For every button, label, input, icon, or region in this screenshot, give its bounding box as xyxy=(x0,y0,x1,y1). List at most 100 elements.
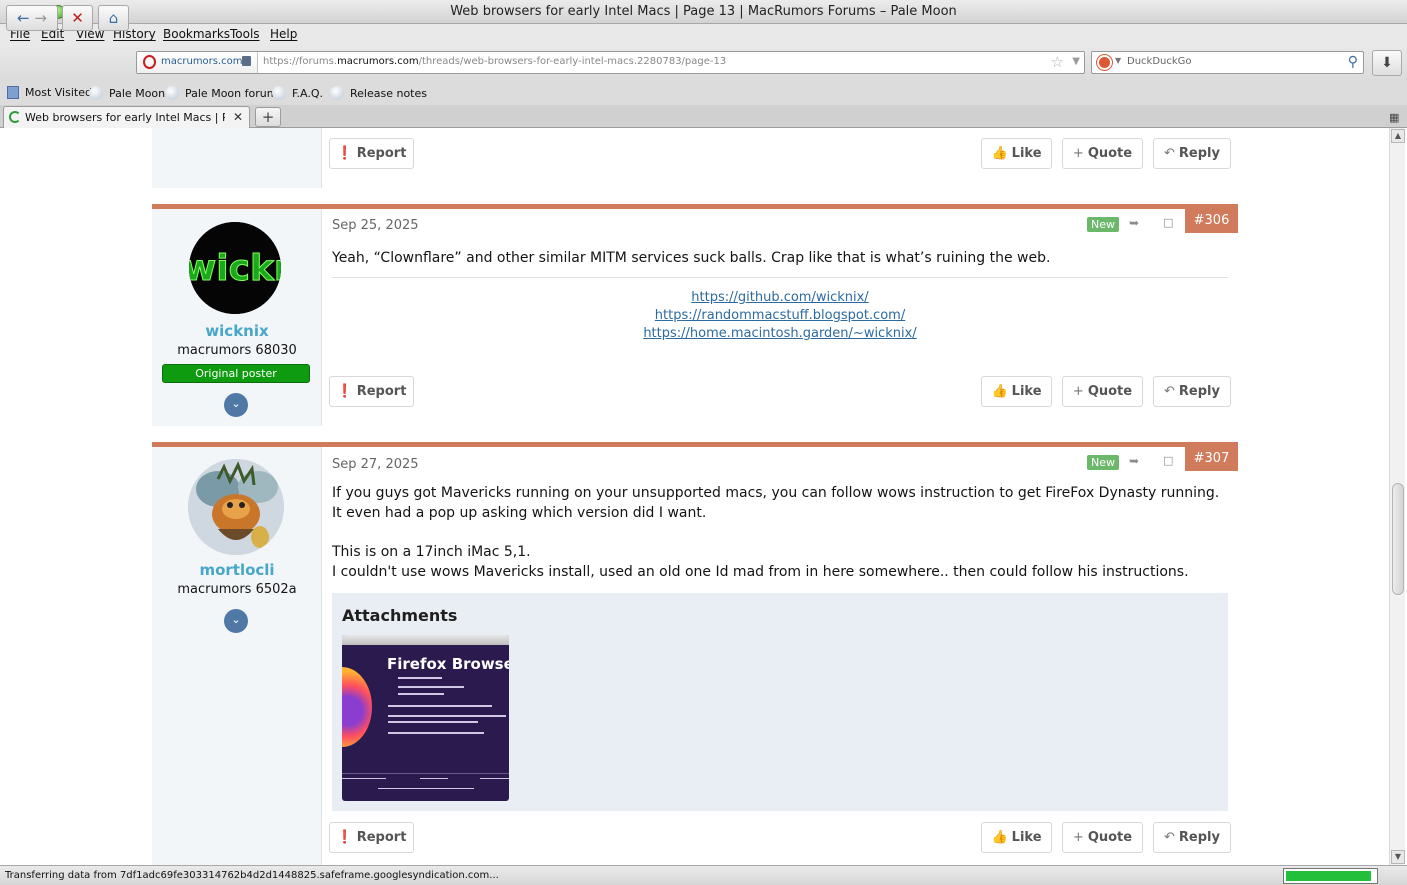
new-tab-button[interactable]: + xyxy=(255,107,281,127)
share-icon[interactable]: ➥ xyxy=(1129,454,1139,468)
bookmark-icon[interactable]: □ xyxy=(1163,216,1173,229)
post-date[interactable]: Sep 27, 2025 xyxy=(332,457,419,472)
back-forward-button[interactable]: ← → xyxy=(6,5,58,31)
post-date[interactable]: Sep 25, 2025 xyxy=(332,218,419,233)
menu-tools[interactable]: Tools xyxy=(230,27,260,41)
share-icon[interactable]: ➥ xyxy=(1129,216,1139,230)
url-bar[interactable]: macrumors.com https://forums.macrumors.c… xyxy=(136,51,1085,74)
reply-button[interactable]: ↶ Reply xyxy=(1153,376,1231,407)
avatar-mortlocli-image xyxy=(188,459,284,555)
scroll-up-arrow-icon[interactable]: ▲ xyxy=(1391,129,1405,143)
home-button[interactable]: ⌂ xyxy=(98,5,129,31)
report-label: Report xyxy=(356,384,407,399)
post-number[interactable]: #306 xyxy=(1185,209,1238,233)
attachments-block: Attachments Firefox Browser xyxy=(332,593,1228,811)
bookmark-release-notes[interactable]: Release notes xyxy=(330,86,427,100)
window-titlebar: Web browsers for early Intel Macs | Page… xyxy=(0,0,1407,24)
menu-help[interactable]: Help xyxy=(270,27,297,41)
reply-label: Reply xyxy=(1178,384,1220,399)
site-identity-button[interactable]: macrumors.com xyxy=(137,52,258,73)
tab-list-icon[interactable]: ▦ xyxy=(1389,111,1399,124)
globe-icon xyxy=(165,86,179,100)
bookmark-label: Release notes xyxy=(350,87,427,100)
bookmark-label: Pale Moon xyxy=(109,87,166,100)
duckduckgo-icon[interactable] xyxy=(1097,55,1112,70)
thumbnail-text-line xyxy=(398,693,444,695)
plus-icon: + xyxy=(1072,384,1084,399)
bookmark-pale-moon[interactable]: Pale Moon xyxy=(89,86,165,100)
globe-icon xyxy=(330,86,344,100)
signature-link[interactable]: https://randommacstuff.blogspot.com/ xyxy=(332,307,1228,325)
report-button[interactable]: ❗ Report xyxy=(329,376,414,407)
thumbs-up-icon: 👍 xyxy=(991,384,1008,399)
expand-user-info-button[interactable]: ⌄ xyxy=(224,393,248,417)
username[interactable]: mortlocli xyxy=(152,561,322,579)
thumbnail-text-line xyxy=(388,715,506,717)
report-button[interactable]: ❗ Report xyxy=(329,822,414,853)
post-number[interactable]: #307 xyxy=(1185,447,1238,471)
like-button[interactable]: 👍 Like xyxy=(981,822,1052,853)
previous-post-sidebar xyxy=(152,128,322,188)
bookmark-most-visited[interactable]: Most Visited xyxy=(7,86,92,99)
quote-button[interactable]: + Quote xyxy=(1062,376,1143,407)
like-label: Like xyxy=(1011,146,1042,161)
back-arrow-icon[interactable]: ← xyxy=(17,9,30,27)
tab-title: Web browsers for early Intel Macs | Page… xyxy=(25,111,225,124)
vertical-scrollbar[interactable]: ▲ ▼ xyxy=(1389,128,1405,865)
reply-label: Reply xyxy=(1178,830,1220,845)
alert-circle-icon: ❗ xyxy=(336,830,353,845)
user-title: macrumors 68030 xyxy=(177,343,297,358)
post-user-sidebar: wicknix wicknix macrumors 68030 Original… xyxy=(152,209,322,426)
reply-arrow-icon: ↶ xyxy=(1164,384,1175,399)
downloads-button[interactable]: ⬇ xyxy=(1372,50,1402,76)
scrollbar-thumb[interactable] xyxy=(1392,483,1404,595)
scroll-down-arrow-icon[interactable]: ▼ xyxy=(1391,850,1405,864)
url-dropdown-icon[interactable]: ▼ xyxy=(1072,56,1080,67)
avatar[interactable] xyxy=(188,459,284,555)
thumbnail-titlebar xyxy=(342,635,509,645)
report-label: Report xyxy=(356,146,407,161)
quote-button[interactable]: + Quote xyxy=(1062,138,1143,169)
bookmark-faq[interactable]: F.A.Q. xyxy=(272,86,323,100)
download-arrow-icon: ⬇ xyxy=(1381,55,1393,71)
username[interactable]: wicknix xyxy=(152,322,322,340)
bookmark-star-icon[interactable]: ☆ xyxy=(1051,53,1064,71)
search-engine-caret-icon[interactable]: ▼ xyxy=(1115,56,1121,65)
loading-spinner-icon xyxy=(9,111,21,123)
progress-fill xyxy=(1286,871,1371,881)
quote-label: Quote xyxy=(1087,830,1133,845)
stop-button[interactable]: ✕ xyxy=(62,5,93,31)
signature-link[interactable]: https://home.macintosh.garden/~wicknix/ xyxy=(332,325,1228,343)
menu-bookmarks[interactable]: Bookmarks xyxy=(163,27,230,41)
search-bar[interactable]: ▼ DuckDuckGo ⚲ xyxy=(1091,51,1364,74)
firefox-logo-icon xyxy=(342,667,372,747)
reply-button[interactable]: ↶ Reply xyxy=(1153,138,1231,169)
url-text[interactable]: https://forums.macrumors.com/threads/web… xyxy=(263,56,726,67)
tab-active[interactable]: Web browsers for early Intel Macs | Page… xyxy=(3,106,250,128)
page-content: ❗Report 👍Like +Quote ↶Reply wicknix wick… xyxy=(2,128,1389,865)
report-button[interactable]: ❗ Report xyxy=(329,138,414,169)
post-paragraph: If you guys got Mavericks running on you… xyxy=(332,485,1220,521)
chevron-down-icon: ⌄ xyxy=(231,613,241,626)
post-body: Yeah, “Clownflare” and other similar MIT… xyxy=(332,250,1051,266)
expand-user-info-button[interactable]: ⌄ xyxy=(224,609,248,633)
like-button[interactable]: 👍 Like xyxy=(981,376,1052,407)
thumbnail-text-line xyxy=(342,778,386,779)
thumbnail-text-line xyxy=(388,732,484,734)
bookmark-pale-moon-forum[interactable]: Pale Moon forum xyxy=(165,86,277,100)
tab-close-icon[interactable]: ✕ xyxy=(233,110,243,124)
post-307: mortlocli macrumors 6502a ⌄ Sep 27, 2025… xyxy=(152,442,1238,865)
quote-button[interactable]: + Quote xyxy=(1062,822,1143,853)
avatar[interactable]: wicknix xyxy=(189,222,281,314)
search-input[interactable]: DuckDuckGo xyxy=(1127,56,1192,67)
macrumors-favicon-icon xyxy=(143,55,156,69)
bookmark-icon[interactable]: □ xyxy=(1163,454,1173,467)
attachment-thumbnail[interactable]: Firefox Browser xyxy=(342,635,509,801)
like-button[interactable]: 👍 Like xyxy=(981,138,1052,169)
reply-button[interactable]: ↶ Reply xyxy=(1153,822,1231,853)
signature-link[interactable]: https://github.com/wicknix/ xyxy=(332,289,1228,307)
quote-label: Quote xyxy=(1087,146,1133,161)
search-magnifier-icon[interactable]: ⚲ xyxy=(1348,54,1358,70)
forward-arrow-icon[interactable]: → xyxy=(34,9,47,27)
chevron-down-icon: ⌄ xyxy=(231,397,241,410)
